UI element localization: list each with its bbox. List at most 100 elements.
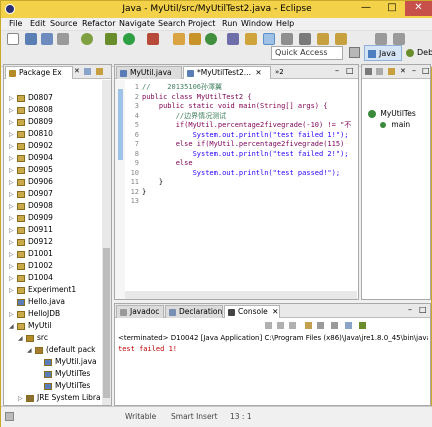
code-line[interactable]: } [142, 178, 354, 187]
tab-package-explorer[interactable]: Package Ex [5, 66, 73, 79]
save-all-icon[interactable] [41, 33, 53, 45]
expand-arrow-icon[interactable]: ▷ [18, 394, 26, 404]
code-line[interactable]: public static void main(String[] args) { [142, 102, 354, 111]
bug-icon[interactable] [105, 33, 117, 45]
expand-arrow-icon[interactable]: ▷ [9, 226, 17, 236]
expand-arrow-icon[interactable]: ▷ [9, 214, 17, 224]
menu-refactor[interactable]: Refactor [82, 19, 116, 28]
tree-item-project[interactable]: ▷ D0911 [9, 225, 53, 235]
toggle-mark-icon[interactable] [263, 33, 275, 45]
new-java-project-icon[interactable] [173, 33, 185, 45]
tree-item-java[interactable]: MyUtilTes [36, 381, 90, 391]
pin-console-icon[interactable] [331, 322, 338, 329]
menu-edit[interactable]: Edit [30, 19, 46, 28]
tree-item-project[interactable]: ▷ D0909 [9, 213, 53, 223]
code-line[interactable]: else [142, 159, 354, 168]
maximize-outline-icon[interactable]: □ [422, 66, 430, 75]
debug-perspective-button[interactable]: Debug [403, 45, 432, 61]
back-icon[interactable] [375, 33, 387, 45]
close-view-icon[interactable]: ✕ [400, 67, 406, 75]
open-perspective-icon[interactable] [349, 47, 360, 58]
collapse-arrow-icon[interactable]: ◢ [27, 346, 35, 356]
minimize-editor-icon[interactable]: – [335, 66, 339, 75]
expand-arrow-icon[interactable]: ▷ [9, 166, 17, 176]
tree-item-src[interactable]: ◢ src [18, 333, 48, 343]
tab-myutil-java[interactable]: MyUtil.java [116, 66, 182, 79]
tree-item-project[interactable]: ▷ D0908 [9, 201, 53, 211]
run-icon[interactable] [123, 33, 135, 45]
external-tools-icon[interactable] [147, 33, 159, 45]
clear-console-icon[interactable] [305, 322, 312, 329]
expand-arrow-icon[interactable]: ▷ [9, 154, 17, 164]
code-line[interactable]: if(MyUtil.percentage2fivegrade(-10) != "… [142, 121, 354, 130]
java-perspective-button[interactable]: Java [364, 45, 402, 61]
tree-item-project[interactable]: ▷ D0904 [9, 153, 53, 163]
code-line[interactable]: System.out.println("test passed!"); [142, 169, 354, 178]
previous-annotation-icon[interactable] [335, 33, 347, 45]
menu-source[interactable]: Source [50, 19, 77, 28]
code-line[interactable]: System.out.println("test failed 2!"); [142, 150, 354, 159]
show-whitespace-icon[interactable] [299, 33, 311, 45]
expand-arrow-icon[interactable]: ▷ [9, 106, 17, 116]
package-scrollbar[interactable] [102, 80, 111, 405]
tree-item-project[interactable]: ▷ D0808 [9, 105, 53, 115]
code-line[interactable]: } [142, 188, 354, 197]
close-tab-icon[interactable]: ✕ [255, 68, 261, 77]
quick-access-field[interactable]: Quick Access [271, 46, 343, 60]
tree-item-package[interactable]: ◢ (default pack [27, 345, 96, 355]
next-annotation-icon[interactable] [317, 33, 329, 45]
close-tab-icon[interactable]: ✕ [272, 307, 278, 316]
tree-item-project[interactable]: ▷ D0905 [9, 165, 53, 175]
terminate-icon[interactable] [265, 322, 272, 329]
print-icon[interactable] [57, 33, 69, 45]
maximize-console-icon[interactable]: □ [419, 305, 427, 314]
tree-item-project[interactable]: ▷ D0906 [9, 177, 53, 187]
expand-arrow-icon[interactable]: ▷ [9, 238, 17, 248]
tree-item-project[interactable]: ▷ D0907 [9, 189, 53, 199]
code-line[interactable]: // 20135106孙澤翼 [142, 83, 354, 92]
remove-all-icon[interactable] [289, 322, 296, 329]
tab-console[interactable]: Console ✕ [224, 305, 280, 318]
menu-window[interactable]: Window [241, 19, 273, 28]
expand-arrow-icon[interactable]: ▷ [9, 94, 17, 104]
save-icon[interactable] [25, 33, 37, 45]
open-console-icon[interactable] [359, 322, 366, 329]
close-view-icon[interactable]: ✕ [74, 67, 80, 75]
collapse-all-icon[interactable] [84, 68, 91, 75]
menu-search[interactable]: Search [158, 19, 185, 28]
link-editor-icon[interactable] [96, 68, 103, 75]
expand-arrow-icon[interactable]: ▷ [9, 286, 17, 296]
display-console-icon[interactable] [345, 322, 352, 329]
outline-sort-icon[interactable] [388, 68, 395, 75]
tree-item-project[interactable]: ▷ D1004 [9, 273, 53, 283]
tree-item-java[interactable]: MyUtilTes [36, 369, 90, 379]
expand-arrow-icon[interactable]: ▷ [9, 118, 17, 128]
expand-arrow-icon[interactable]: ▷ [9, 250, 17, 260]
minimize-button[interactable]: — [353, 1, 379, 16]
expand-arrow-icon[interactable]: ▷ [9, 142, 17, 152]
menu-navigate[interactable]: Navigate [119, 19, 155, 28]
outline-method-item[interactable]: main [380, 120, 410, 130]
menu-run[interactable]: Run [222, 19, 237, 28]
close-button[interactable]: ✕ [405, 1, 432, 16]
expand-arrow-icon[interactable]: ▷ [9, 130, 17, 140]
tree-item-project[interactable]: ▷ D0810 [9, 129, 53, 139]
new-package-icon[interactable] [189, 33, 201, 45]
open-type-icon[interactable] [227, 33, 239, 45]
tree-item-project[interactable]: ▷ HelloJDB [9, 309, 60, 319]
debug-icon[interactable] [81, 33, 93, 45]
expand-arrow-icon[interactable]: ▷ [9, 262, 17, 272]
outline-class-item[interactable]: MyUtilTes [368, 109, 416, 119]
tree-item-project[interactable]: ▷ D0809 [9, 117, 53, 127]
expand-arrow-icon[interactable]: ▷ [9, 274, 17, 284]
remove-launch-icon[interactable] [277, 322, 284, 329]
maximize-editor-icon[interactable]: □ [346, 66, 354, 75]
search-icon[interactable] [245, 33, 257, 45]
tree-item-project[interactable]: ▷ D1001 [9, 249, 53, 259]
tree-item-project[interactable]: ▷ D0807 [9, 93, 53, 103]
tab-myutiltest2-java[interactable]: *MyUtilTest2... ✕ [183, 66, 271, 79]
scroll-lock-icon[interactable] [317, 322, 324, 329]
menu-file[interactable]: File [9, 19, 22, 28]
tree-item-file[interactable]: Hello.java [9, 297, 65, 307]
tree-item-project[interactable]: ▷ D1002 [9, 261, 53, 271]
